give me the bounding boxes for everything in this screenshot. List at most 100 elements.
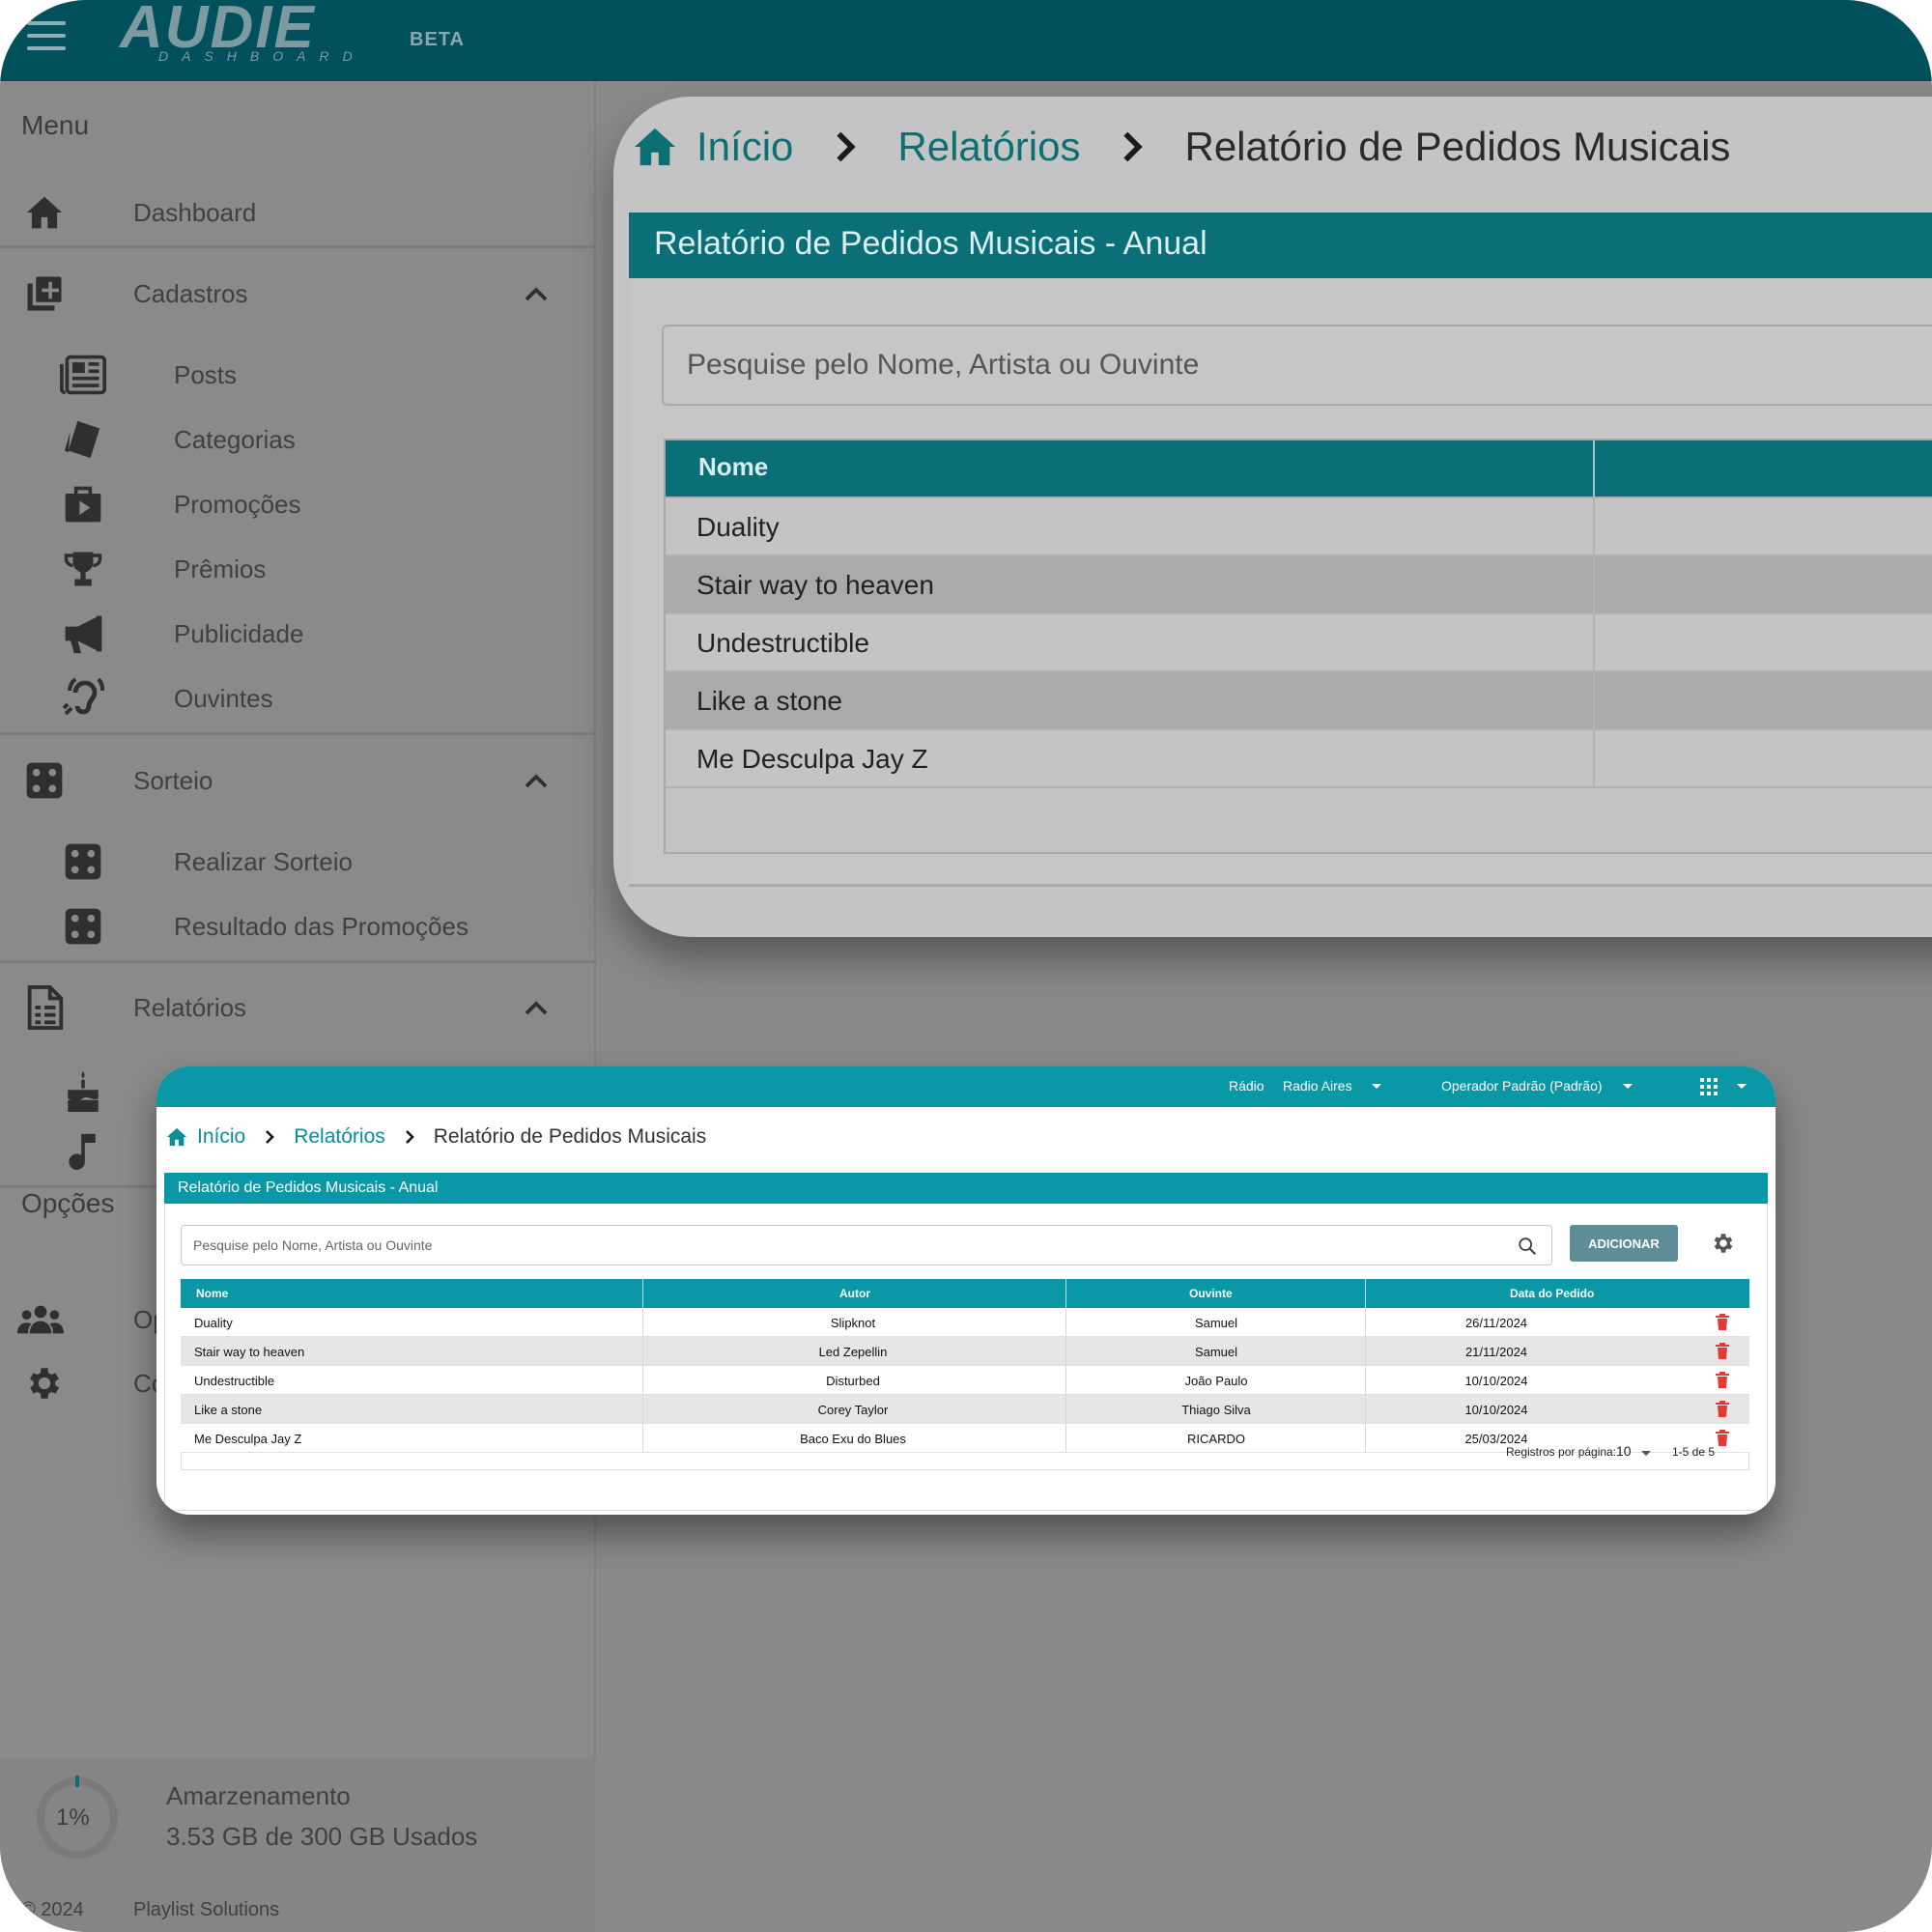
column-divider: [642, 1366, 643, 1394]
breadcrumb-home-link[interactable]: Início: [696, 124, 793, 170]
breadcrumb-section-link[interactable]: Relatórios: [897, 124, 1080, 170]
dice-icon: [60, 838, 106, 885]
cell-nome: Me Desculpa Jay Z: [696, 744, 928, 774]
sidebar-item-dashboard[interactable]: Dashboard: [0, 184, 596, 242]
sidebar-item-label: Posts: [174, 360, 238, 389]
caret-down-icon[interactable]: [1372, 1084, 1381, 1089]
caret-down-icon[interactable]: [1623, 1084, 1633, 1089]
caret-down-icon[interactable]: [1641, 1451, 1651, 1456]
sidebar-item-label: Promoções: [174, 490, 301, 519]
column-header-nome[interactable]: Nome: [698, 452, 768, 482]
home-icon: [21, 189, 68, 236]
column-divider: [642, 1395, 643, 1423]
panel-title: Relatório de Pedidos Musicais - Anual: [178, 1179, 439, 1196]
trash-icon[interactable]: [1715, 1372, 1730, 1389]
breadcrumb-home-link[interactable]: Início: [197, 1125, 245, 1149]
storage-percent-label: 1%: [56, 1804, 90, 1831]
beta-badge: BETA: [410, 29, 465, 50]
sidebar-item-categorias[interactable]: Categorias: [0, 411, 596, 469]
sidebar-group-relatorios[interactable]: Relatórios: [0, 979, 596, 1037]
chevron-right-icon: [1123, 131, 1144, 162]
chevron-up-icon[interactable]: [522, 280, 551, 309]
cell-data: 10/10/2024: [1464, 1403, 1528, 1417]
sidebar-menu-title: Menu: [21, 110, 90, 140]
panel-header: Relatório de Pedidos Musicais - Anual: [164, 1173, 1768, 1204]
search-input[interactable]: [182, 1226, 1551, 1264]
gear-icon[interactable]: [1711, 1231, 1736, 1256]
sidebar-item-label: Relatórios: [133, 993, 247, 1022]
table-row[interactable]: Stair way to heaven: [666, 554, 1932, 612]
sidebar-item-promocoes[interactable]: Promoções: [0, 475, 596, 533]
column-header-nome[interactable]: Nome: [196, 1287, 228, 1300]
trash-icon[interactable]: [1715, 1401, 1730, 1418]
table-row[interactable]: Duality Slipknot Samuel 26/11/2024: [181, 1308, 1749, 1337]
column-divider: [1065, 1279, 1066, 1308]
cell-nome: Undestructible: [696, 628, 869, 658]
sidebar-item-label: Dashboard: [133, 198, 257, 227]
cell-ouvinte: João Paulo: [1184, 1374, 1248, 1388]
table-row[interactable]: Like a stone Corey Taylor Thiago Silva 10/1…: [181, 1395, 1749, 1424]
sidebar-group-cadastros[interactable]: Cadastros: [0, 265, 596, 323]
cell-nome: Undestructible: [194, 1374, 275, 1388]
cell-autor: Disturbed: [826, 1374, 880, 1388]
trash-icon[interactable]: [1715, 1314, 1730, 1331]
cell-data: 10/10/2024: [1464, 1374, 1528, 1388]
table-row[interactable]: Stair way to heaven Led Zepellin Samuel 21/…: [181, 1337, 1749, 1366]
sidebar-item-premios[interactable]: Prêmios: [0, 540, 596, 598]
library-add-icon: [21, 270, 68, 317]
app-window: Rádio Radio Aires Operador Padrão (Padrã…: [156, 1066, 1776, 1515]
table-row[interactable]: Like a stone: [666, 670, 1932, 728]
sidebar-item-ouvintes[interactable]: Ouvintes: [0, 669, 596, 727]
search-input[interactable]: [664, 327, 1932, 404]
sidebar-item-label: Realizar Sorteio: [174, 847, 353, 876]
table-row[interactable]: Undestructible: [666, 612, 1932, 670]
rows-per-page-select[interactable]: 10: [1616, 1443, 1632, 1459]
column-header-ouvinte[interactable]: Ouvinte: [1189, 1287, 1233, 1300]
dice-icon: [21, 757, 68, 804]
sidebar-group-sorteio[interactable]: Sorteio: [0, 752, 596, 810]
cell-ouvinte: Samuel: [1194, 1345, 1238, 1359]
sidebar-item-publicidade[interactable]: Publicidade: [0, 605, 596, 663]
cell-autor: Led Zepellin: [818, 1345, 888, 1359]
column-header-autor[interactable]: Autor: [839, 1287, 870, 1300]
operator-selector[interactable]: Operador Padrão (Padrão): [1441, 1078, 1603, 1094]
cell-autor: Slipknot: [830, 1316, 876, 1330]
sidebar-item-resultado-promocoes[interactable]: Resultado das Promoções: [0, 897, 596, 955]
caret-down-icon[interactable]: [1737, 1084, 1747, 1089]
breadcrumb: Início Relatórios Relatório de Pedidos M…: [633, 118, 1730, 176]
column-divider: [1365, 1366, 1366, 1394]
top-app-bar: AUDIE DASHBOARD BETA: [0, 0, 1932, 81]
breadcrumb-section-link[interactable]: Relatórios: [294, 1125, 385, 1149]
search-box: [662, 325, 1932, 406]
logo-text: AUDIE: [120, 0, 316, 61]
apps-grid-icon[interactable]: [1700, 1078, 1718, 1095]
breadcrumb-current: Relatório de Pedidos Musicais: [433, 1125, 707, 1148]
sidebar-item-posts[interactable]: Posts: [0, 346, 596, 404]
sidebar-item-realizar-sorteio[interactable]: Realizar Sorteio: [0, 833, 596, 891]
table-row[interactable]: Duality: [666, 497, 1932, 554]
column-divider: [1593, 440, 1595, 497]
home-icon[interactable]: [633, 125, 677, 169]
cell-autor: Corey Taylor: [817, 1403, 889, 1417]
cell-ouvinte: Samuel: [1194, 1316, 1238, 1330]
chevron-right-icon: [266, 1130, 275, 1144]
megaphone-icon: [60, 611, 106, 657]
radio-selector[interactable]: Radio Aires: [1283, 1078, 1352, 1094]
chevron-up-icon[interactable]: [522, 767, 551, 796]
column-divider: [1065, 1308, 1066, 1336]
column-divider: [1365, 1279, 1366, 1308]
trash-icon[interactable]: [1715, 1343, 1730, 1360]
table-row[interactable]: Me Desculpa Jay ZBa: [666, 728, 1932, 786]
sidebar-item-label: Publicidade: [174, 619, 304, 648]
add-button[interactable]: ADICIONAR: [1570, 1225, 1678, 1262]
search-icon[interactable]: [1517, 1236, 1538, 1257]
home-icon[interactable]: [166, 1126, 187, 1148]
chevron-up-icon[interactable]: [522, 994, 551, 1023]
sidebar: Menu Dashboard Cadastros Posts Categoria…: [0, 81, 596, 1932]
panel-title: Relatório de Pedidos Musicais - Anual: [654, 225, 1208, 262]
hamburger-menu-icon[interactable]: [27, 21, 66, 52]
table-row[interactable]: Undestructible Disturbed João Paulo 10/10/2…: [181, 1366, 1749, 1395]
column-divider: [642, 1308, 643, 1336]
column-header-data[interactable]: Data do Pedido: [1510, 1287, 1594, 1300]
panel-header: Relatório de Pedidos Musicais - Anual: [629, 213, 1932, 278]
